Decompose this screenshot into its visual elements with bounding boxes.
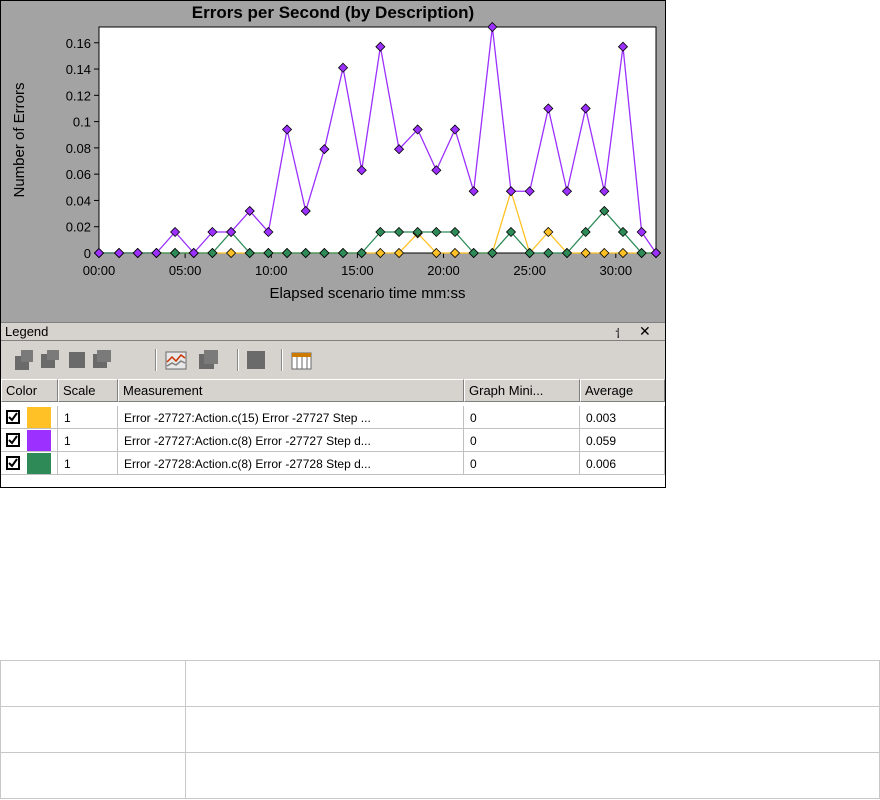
color-swatch[interactable]: [27, 430, 51, 451]
hide-selected-icon[interactable]: [93, 350, 113, 370]
x-tick-label: 05:00: [169, 263, 202, 278]
pin-icon[interactable]: ⸶: [615, 324, 621, 342]
legend-table: Color Scale Measurement Graph Mini... Av…: [1, 379, 665, 487]
scale-cell: 1: [58, 429, 118, 452]
graph-min-cell: 0: [464, 429, 580, 452]
scale-cell: 1: [58, 452, 118, 475]
column-header-color[interactable]: Color: [1, 379, 58, 402]
graph-min-cell: 0: [464, 452, 580, 475]
y-tick-label: 0.04: [66, 193, 91, 208]
legend-header: Legend ⸶ ✕: [1, 322, 665, 341]
y-tick-label: 0.1: [73, 115, 91, 130]
y-tick-label: 0.16: [66, 36, 91, 51]
x-tick-label: 15:00: [341, 263, 374, 278]
y-axis-label: Number of Errors: [11, 82, 28, 197]
table-row[interactable]: 1 Error -27727:Action.c(8) Error -27727 …: [1, 429, 665, 452]
x-axis-label: Elapsed scenario time mm:ss: [270, 285, 466, 302]
column-header-average[interactable]: Average: [580, 379, 665, 402]
configure-icon[interactable]: [165, 350, 187, 370]
close-icon[interactable]: ✕: [639, 323, 651, 340]
animate-icon[interactable]: [199, 350, 219, 370]
y-tick-label: 0.14: [66, 62, 91, 77]
hide-all-icon[interactable]: [41, 350, 61, 370]
table-row[interactable]: 1 Error -27727:Action.c(15) Error -27727…: [1, 406, 665, 429]
plot-area: [98, 26, 657, 254]
table-row: [0, 706, 880, 753]
x-tick-label: 30:00: [600, 263, 633, 278]
measurement-cell: Error -27727:Action.c(15) Error -27727 S…: [118, 406, 464, 429]
y-tick-label: 0: [84, 246, 91, 261]
color-swatch[interactable]: [27, 453, 51, 474]
average-cell: 0.059: [580, 429, 665, 452]
show-selected-icon[interactable]: [67, 350, 87, 370]
x-tick-label: 00:00: [83, 263, 116, 278]
legend-toolbar: [1, 341, 665, 379]
color-swatch[interactable]: [27, 407, 51, 428]
y-tick-label: 0.02: [66, 220, 91, 235]
x-tick-label: 20:00: [427, 263, 460, 278]
average-cell: 0.003: [580, 406, 665, 429]
visible-checkbox[interactable]: [6, 433, 20, 447]
legend-title: Legend: [5, 324, 49, 339]
average-cell: 0.006: [580, 452, 665, 475]
empty-table: [0, 660, 880, 799]
column-header-graph-min[interactable]: Graph Mini...: [464, 379, 580, 402]
column-header-scale[interactable]: Scale: [58, 379, 118, 402]
measurement-cell: Error -27728:Action.c(8) Error -27728 St…: [118, 452, 464, 475]
y-tick-label: 0.12: [66, 88, 91, 103]
measurement-cell: Error -27727:Action.c(8) Error -27727 St…: [118, 429, 464, 452]
x-tick-label: 25:00: [513, 263, 546, 278]
column-header-measurement[interactable]: Measurement: [118, 379, 464, 402]
legend-columns-icon[interactable]: [291, 350, 312, 370]
graph-min-cell: 0: [464, 406, 580, 429]
scale-cell: 1: [58, 406, 118, 429]
x-tick-label: 10:00: [255, 263, 288, 278]
chart-area: 0 0.02 0.04 0.06 0.08 0.1 0.12 0.14 0.16 00:00 05:…: [11, 21, 662, 302]
y-tick-label: 0.08: [66, 141, 91, 156]
visible-checkbox[interactable]: [6, 456, 20, 470]
table-row[interactable]: 1 Error -27728:Action.c(8) Error -27728 …: [1, 452, 665, 475]
chart-title: Errors per Second (by Description): [191, 3, 475, 22]
visible-checkbox[interactable]: [6, 410, 20, 424]
table-row: [0, 752, 880, 799]
errors-per-second-window: 0 0.02 0.04 0.06 0.08 0.1 0.12 0.14 0.16 00:00 05:…: [0, 0, 666, 488]
table-row: [0, 660, 880, 707]
y-tick-label: 0.06: [66, 167, 91, 182]
show-all-icon[interactable]: [15, 350, 35, 370]
auto-correlate-icon[interactable]: [247, 350, 267, 370]
